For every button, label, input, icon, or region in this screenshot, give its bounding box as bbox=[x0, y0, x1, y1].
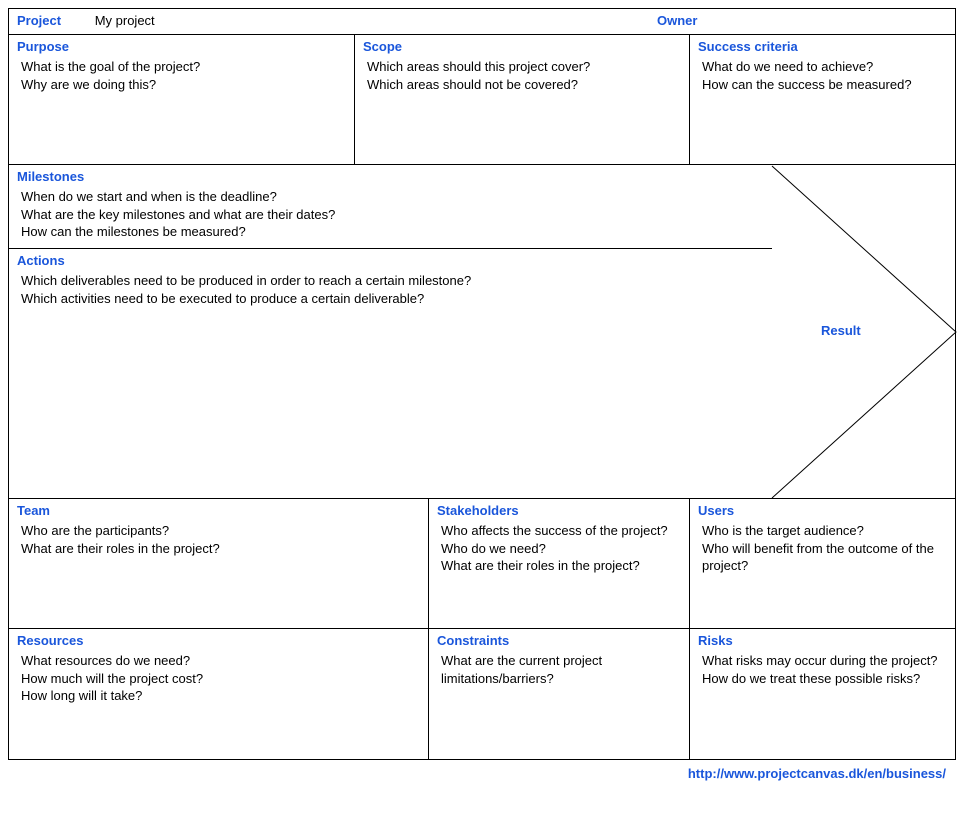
purpose-q1: What is the goal of the project? bbox=[21, 58, 346, 76]
stakeholders-title: Stakeholders bbox=[437, 503, 681, 518]
users-q2: Who will benefit from the outcome of the… bbox=[702, 540, 947, 575]
cell-constraints: Constraints What are the current project… bbox=[429, 629, 690, 759]
team-q1: Who are the participants? bbox=[21, 522, 420, 540]
cell-stakeholders: Stakeholders Who affects the success of … bbox=[429, 499, 690, 629]
purpose-title: Purpose bbox=[17, 39, 346, 54]
owner-label: Owner bbox=[657, 13, 697, 28]
users-title: Users bbox=[698, 503, 947, 518]
risks-q2: How do we treat these possible risks? bbox=[702, 670, 947, 688]
resources-q2: How much will the project cost? bbox=[21, 670, 420, 688]
risks-title: Risks bbox=[698, 633, 947, 648]
row-milestones-actions-result: Milestones When do we start and when is … bbox=[9, 165, 955, 499]
row-team-stakeholders-users: Team Who are the participants? What are … bbox=[9, 499, 955, 629]
footer-link[interactable]: http://www.projectcanvas.dk/en/business/ bbox=[8, 760, 956, 781]
users-q1: Who is the target audience? bbox=[702, 522, 947, 540]
project-value: My project bbox=[95, 13, 155, 28]
project-label: Project bbox=[17, 13, 61, 28]
team-q2: What are their roles in the project? bbox=[21, 540, 420, 558]
cell-arrow-upper bbox=[772, 165, 955, 249]
actions-q1: Which deliverables need to be produced i… bbox=[21, 272, 764, 290]
success-q1: What do we need to achieve? bbox=[702, 58, 947, 76]
cell-milestones: Milestones When do we start and when is … bbox=[9, 165, 772, 249]
success-title: Success criteria bbox=[698, 39, 947, 54]
actions-q2: Which activities need to be executed to … bbox=[21, 290, 764, 308]
stakeholders-q1: Who affects the success of the project? bbox=[441, 522, 681, 540]
milestones-q2: What are the key milestones and what are… bbox=[21, 206, 764, 224]
row-purpose-scope-success: Purpose What is the goal of the project?… bbox=[9, 35, 955, 165]
cell-scope: Scope Which areas should this project co… bbox=[355, 35, 690, 165]
success-q2: How can the success be measured? bbox=[702, 76, 947, 94]
stakeholders-q2: Who do we need? bbox=[441, 540, 681, 558]
team-title: Team bbox=[17, 503, 420, 518]
scope-q2: Which areas should not be covered? bbox=[367, 76, 681, 94]
cell-purpose: Purpose What is the goal of the project?… bbox=[9, 35, 355, 165]
constraints-title: Constraints bbox=[437, 633, 681, 648]
cell-users: Users Who is the target audience? Who wi… bbox=[690, 499, 955, 629]
stakeholders-q3: What are their roles in the project? bbox=[441, 557, 681, 575]
actions-title: Actions bbox=[17, 253, 764, 268]
milestones-q1: When do we start and when is the deadlin… bbox=[21, 188, 764, 206]
constraints-q1: What are the current project limitations… bbox=[441, 652, 681, 687]
cell-resources: Resources What resources do we need? How… bbox=[9, 629, 429, 759]
scope-title: Scope bbox=[363, 39, 681, 54]
project-canvas: Project My project Owner Purpose What is… bbox=[8, 8, 956, 760]
risks-q1: What risks may occur during the project? bbox=[702, 652, 947, 670]
resources-q1: What resources do we need? bbox=[21, 652, 420, 670]
milestones-q3: How can the milestones be measured? bbox=[21, 223, 764, 241]
resources-title: Resources bbox=[17, 633, 420, 648]
resources-q3: How long will it take? bbox=[21, 687, 420, 705]
cell-success: Success criteria What do we need to achi… bbox=[690, 35, 955, 165]
cell-risks: Risks What risks may occur during the pr… bbox=[690, 629, 955, 759]
cell-actions: Actions Which deliverables need to be pr… bbox=[9, 249, 772, 499]
row-resources-constraints-risks: Resources What resources do we need? How… bbox=[9, 629, 955, 759]
purpose-q2: Why are we doing this? bbox=[21, 76, 346, 94]
cell-team: Team Who are the participants? What are … bbox=[9, 499, 429, 629]
canvas-header: Project My project Owner bbox=[9, 9, 955, 35]
cell-arrow-lower bbox=[772, 249, 955, 499]
scope-q1: Which areas should this project cover? bbox=[367, 58, 681, 76]
milestones-title: Milestones bbox=[17, 169, 764, 184]
